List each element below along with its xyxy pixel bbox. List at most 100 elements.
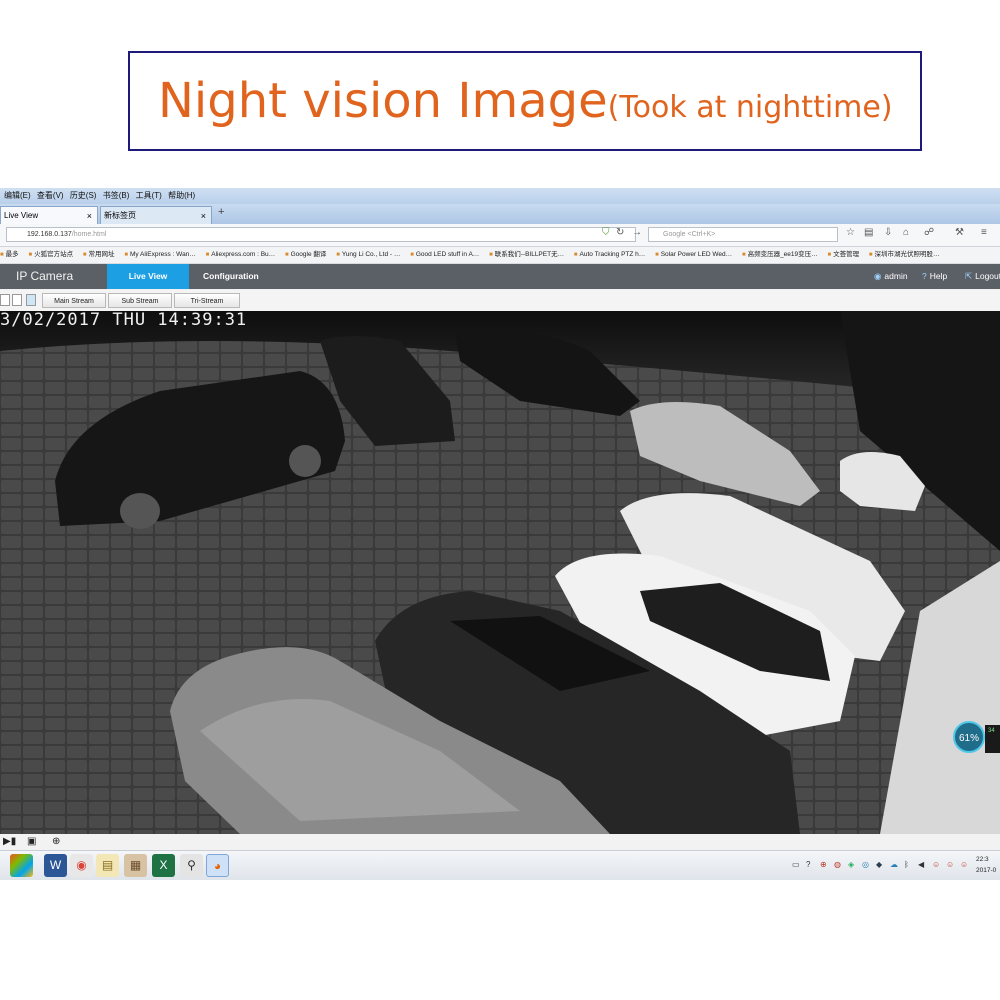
- tray-bluetooth-icon[interactable]: ᛒ: [904, 860, 909, 869]
- tab-live-view[interactable]: Live View ×: [0, 206, 98, 224]
- clock-date: 2017-0: [976, 867, 997, 874]
- download-icon[interactable]: ⇩: [884, 227, 892, 238]
- tray-antivirus-icon[interactable]: ⊕: [820, 860, 827, 869]
- home-icon[interactable]: ⌂: [903, 227, 909, 238]
- tab-new-tab[interactable]: 新标签页 ×: [100, 206, 212, 224]
- menu-icon[interactable]: ≡: [981, 227, 987, 238]
- menu-item-tools[interactable]: 工具(T): [136, 188, 162, 204]
- tab-configuration[interactable]: Configuration: [203, 264, 259, 289]
- logout-label: Logout: [975, 271, 1000, 281]
- logout-icon: ⇱: [965, 271, 973, 281]
- bookmark-item[interactable]: 联系我们--BILLPET无…: [489, 247, 564, 263]
- stream-toolbar: Main Stream Sub Stream Tri-Stream: [0, 290, 1000, 312]
- taskbar: W ◉ ▤ ▦ X ⚲ ◕ ▭ ? ⊕ ◍ ◈ ◎ ◆ ☁ ᛒ ◀ ☺ ☺ ☺ …: [0, 850, 1000, 880]
- bookmark-item[interactable]: 文荟管理: [827, 247, 859, 263]
- sub-stream-button[interactable]: Sub Stream: [108, 293, 172, 308]
- search-icon[interactable]: ⚲: [180, 854, 203, 877]
- admin-link[interactable]: ◉ admin: [874, 264, 908, 289]
- snapshot-icon[interactable]: ▣: [27, 836, 36, 847]
- bookmark-item[interactable]: 火狐官方站点: [28, 247, 73, 263]
- tray-help-icon[interactable]: ?: [806, 860, 810, 869]
- banner-main-text: Night vision Image: [158, 73, 608, 129]
- new-tab-plus-icon[interactable]: +: [218, 206, 224, 218]
- car-wheel: [120, 493, 160, 529]
- star-icon[interactable]: ☆: [846, 227, 855, 238]
- bookmark-item[interactable]: 深圳市湖光伏照明股…: [869, 247, 940, 263]
- close-icon[interactable]: ×: [87, 207, 92, 225]
- share-icon[interactable]: ☍: [924, 227, 934, 238]
- word-icon[interactable]: W: [44, 854, 67, 877]
- archive-icon[interactable]: ▦: [124, 854, 147, 877]
- tray-shield-icon[interactable]: ◍: [834, 860, 841, 869]
- url-path: /home.html: [71, 231, 107, 238]
- live-video-feed[interactable]: 3/02/2017 THU 14:39:31 61% 34: [0, 311, 1000, 834]
- tray-cloud-icon[interactable]: ☁: [890, 860, 898, 869]
- close-icon[interactable]: ×: [201, 207, 206, 225]
- record-video-icon[interactable]: ▶▮: [3, 836, 16, 847]
- zoom-icon[interactable]: ⊕: [52, 836, 60, 847]
- app-title: IP Camera: [16, 269, 74, 283]
- layout-full-icon[interactable]: [26, 294, 36, 306]
- network-speed-readout: 34: [985, 725, 1000, 753]
- banner-note-text: (Took at nighttime): [607, 90, 893, 125]
- menu-item-help[interactable]: 帮助(H): [168, 188, 195, 204]
- bookmark-item[interactable]: Yung Li Co., Ltd - …: [336, 247, 401, 263]
- layout-quad-icon[interactable]: [12, 294, 22, 306]
- tray-keyboard-icon[interactable]: ▭: [792, 860, 800, 869]
- url-input[interactable]: 192.168.0.137/home.html: [6, 227, 636, 242]
- arrow-right-icon[interactable]: →: [632, 227, 642, 238]
- clock-time: 22:3: [976, 856, 989, 863]
- bookmark-item[interactable]: 常用网址: [83, 247, 115, 263]
- app-header: IP Camera Live View Configuration ◉ admin…: [0, 264, 1000, 289]
- menu-item-bookmarks[interactable]: 书签(B): [103, 188, 130, 204]
- tray-network-icon[interactable]: ◎: [862, 860, 869, 869]
- logout-link[interactable]: ⇱ Logout: [965, 264, 1000, 289]
- shield-icon[interactable]: ⛉: [602, 227, 610, 238]
- tab-live-view-page[interactable]: Live View: [107, 264, 189, 289]
- clipboard-icon[interactable]: ▤: [864, 227, 873, 238]
- bookmark-item[interactable]: 高频变压器_ee19变压…: [742, 247, 818, 263]
- bookmark-item[interactable]: Auto Tracking PTZ h…: [574, 247, 646, 263]
- chrome-icon[interactable]: ◉: [70, 854, 93, 877]
- reload-icon[interactable]: ↻: [616, 227, 624, 238]
- main-stream-button[interactable]: Main Stream: [42, 293, 106, 308]
- search-input[interactable]: Google <Ctrl+K>: [648, 227, 838, 242]
- car-wheel: [289, 445, 321, 477]
- bookmark-item[interactable]: Google 翻译: [285, 247, 327, 263]
- bookmark-item[interactable]: My AliExpress : Wan…: [124, 247, 196, 263]
- navigation-bar: 192.168.0.137/home.html ⛉ ↻ → Google <Ct…: [0, 224, 1000, 247]
- menu-item-view[interactable]: 查看(V): [37, 188, 64, 204]
- tray-qq-icon[interactable]: ☺: [946, 860, 954, 869]
- menu-item-edit[interactable]: 编辑(E): [4, 188, 31, 204]
- system-clock[interactable]: 22:3 2017-0: [976, 854, 996, 876]
- tab-bar: Live View × 新标签页 × +: [0, 204, 1000, 224]
- admin-label: admin: [884, 271, 908, 281]
- help-link[interactable]: ? Help: [922, 264, 947, 289]
- camera-image: [0, 311, 1000, 834]
- tray-qq-icon[interactable]: ☺: [960, 860, 968, 869]
- help-label: Help: [929, 271, 948, 281]
- tray-volume-icon[interactable]: ◀: [918, 860, 924, 869]
- bookmark-item[interactable]: 最多: [0, 247, 19, 263]
- tray-chat-icon[interactable]: ◈: [848, 860, 854, 869]
- tools-icon[interactable]: ⚒: [955, 227, 964, 238]
- notepad-icon[interactable]: ▤: [96, 854, 119, 877]
- firefox-icon[interactable]: ◕: [206, 854, 229, 877]
- start-button-icon[interactable]: [10, 854, 33, 877]
- tri-stream-button[interactable]: Tri-Stream: [174, 293, 240, 308]
- bookmark-item[interactable]: Aliexpress.com : Bu…: [206, 247, 275, 263]
- bookmarks-bar: 最多 火狐官方站点 常用网址 My AliExpress : Wan… Alie…: [0, 247, 1000, 264]
- timestamp-overlay: 3/02/2017 THU 14:39:31: [0, 311, 248, 330]
- bookmark-item[interactable]: Good LED stuff in A…: [410, 247, 479, 263]
- video-tools-bar: ▶▮ ▣ ⊕: [0, 834, 1000, 850]
- network-usage-badge[interactable]: 61%: [953, 721, 985, 753]
- tray-app-icon[interactable]: ◆: [876, 860, 882, 869]
- menu-item-history[interactable]: 历史(S): [70, 188, 97, 204]
- bookmark-item[interactable]: Solar Power LED Wed…: [655, 247, 732, 263]
- banner-text: Night vision Image(Took at nighttime): [158, 73, 893, 129]
- help-icon: ?: [922, 271, 927, 281]
- layout-single-icon[interactable]: [0, 294, 10, 306]
- browser-window: 编辑(E) 查看(V) 历史(S) 书签(B) 工具(T) 帮助(H) Live…: [0, 188, 1000, 880]
- excel-icon[interactable]: X: [152, 854, 175, 877]
- tray-qq-icon[interactable]: ☺: [932, 860, 940, 869]
